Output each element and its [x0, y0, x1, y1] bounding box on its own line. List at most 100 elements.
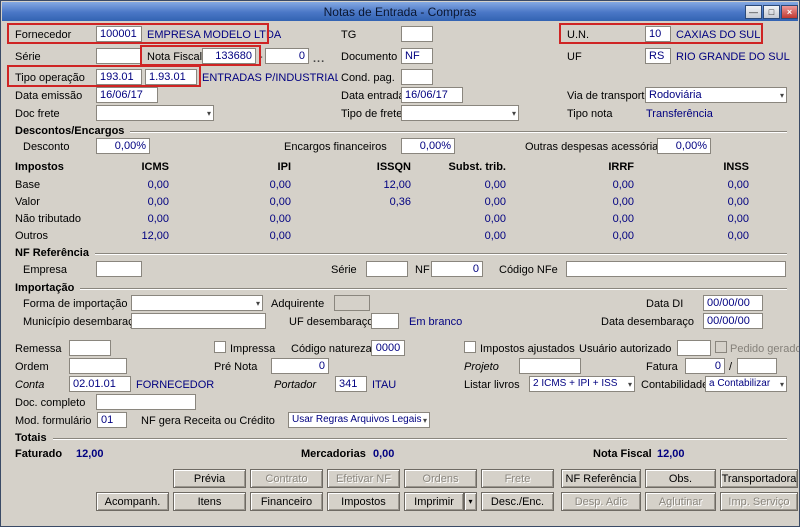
municipio-desembaraco-field[interactable] — [131, 313, 266, 329]
nota-fiscal-number-field[interactable]: 133680 — [202, 48, 256, 64]
nf-ref-nf-field[interactable]: 0 — [431, 261, 483, 277]
window-title: Notas de Entrada - Compras — [323, 5, 477, 19]
portador-name-text: ITAU — [372, 379, 397, 391]
tax-value: 0,00 — [269, 230, 291, 242]
outras-despesas-label: Outras despesas acessórias — [525, 141, 664, 153]
tax-value: 0,00 — [147, 179, 169, 191]
uf-desembaraco-field[interactable] — [371, 313, 399, 329]
encargos-field[interactable]: 0,00% — [401, 138, 455, 154]
usuario-autorizado-field[interactable] — [677, 340, 711, 356]
tg-field[interactable] — [401, 26, 433, 42]
projeto-label: Projeto — [464, 361, 499, 373]
minimize-button[interactable]: — — [745, 5, 762, 19]
doc-completo-field[interactable] — [96, 394, 196, 410]
uf-code-field[interactable]: RS — [645, 48, 671, 64]
pedido-gerado-checkbox-label: Pedido gerado — [730, 343, 800, 355]
codigo-nfe-label: Código NFe — [499, 264, 558, 276]
projeto-field[interactable] — [519, 358, 581, 374]
portador-label: Portador — [274, 379, 317, 391]
listar-livros-label: Listar livros — [464, 379, 520, 391]
pre-nota-field[interactable]: 0 — [271, 358, 329, 374]
data-desembaraco-field[interactable]: 00/00/00 — [703, 313, 763, 329]
chevron-down-icon: ▾ — [255, 299, 260, 308]
conta-name-text: FORNECEDOR — [136, 379, 215, 391]
ordens-button: Ordens — [404, 469, 477, 488]
totais-nota-fiscal-label: Nota Fiscal — [593, 448, 652, 460]
mercadorias-value: 0,00 — [373, 448, 395, 460]
documento-field[interactable]: NF — [401, 48, 433, 64]
tax-value: 12,00 — [141, 230, 169, 242]
impressa-checkbox[interactable] — [214, 341, 226, 353]
via-transporte-select[interactable]: Rodoviária ▾ — [645, 87, 787, 103]
remessa-field[interactable] — [69, 340, 111, 356]
tax-value: 0,00 — [612, 213, 634, 225]
outras-despesas-field[interactable]: 0,00% — [657, 138, 711, 154]
desc-enc-button[interactable]: Desc./Enc. — [481, 492, 554, 511]
empresa-field[interactable] — [96, 261, 142, 277]
ordem-field[interactable] — [69, 358, 127, 374]
tax-value: 12,00 — [383, 179, 411, 191]
tipo-operacao-cfop-field[interactable]: 1.93.01 — [145, 69, 197, 85]
imprimir-button[interactable]: Imprimir — [404, 492, 464, 511]
financeiro-button[interactable]: Financeiro — [250, 492, 323, 511]
impostos-button[interactable]: Impostos — [327, 492, 400, 511]
mercadorias-label: Mercadorias — [301, 448, 366, 460]
uf-desembaraco-status-text: Em branco — [409, 316, 463, 328]
fatura-field-2[interactable] — [737, 358, 777, 374]
itens-button[interactable]: Itens — [173, 492, 246, 511]
un-code-field[interactable]: 10 — [645, 26, 671, 42]
un-label: U.N. — [567, 29, 589, 41]
tipo-frete-select[interactable]: ▾ — [401, 105, 519, 121]
remessa-label: Remessa — [15, 343, 62, 355]
desconto-field[interactable]: 0,00% — [96, 138, 150, 154]
acompanh-button[interactable]: Acompanh. — [96, 492, 169, 511]
transportadora-button[interactable]: Transportadora — [720, 469, 798, 488]
nota-fiscal-browse-button[interactable]: ... — [313, 53, 325, 65]
empresa-label: Empresa — [23, 264, 68, 276]
tipo-operacao-desc-text: ENTRADAS P/INDUSTRIALIZACAO P/ — [202, 72, 338, 84]
listar-livros-select[interactable]: 2 ICMS + IPI + ISS ▾ — [529, 376, 635, 392]
data-entrada-field[interactable]: 16/06/17 — [401, 87, 463, 103]
fatura-field[interactable]: 0 — [685, 358, 725, 374]
fornecedor-code-field[interactable]: 100001 — [96, 26, 142, 42]
cond-pag-field[interactable] — [401, 69, 433, 85]
impostos-ajustados-checkbox[interactable] — [464, 341, 476, 353]
faturado-label: Faturado — [15, 448, 63, 460]
title-bar: Notas de Entrada - Compras — □ × — [2, 2, 798, 21]
nf-referencia-button[interactable]: NF Referência — [561, 469, 641, 488]
nf-ref-serie-field[interactable] — [366, 261, 408, 277]
conta-field[interactable]: 02.01.01 — [69, 376, 131, 392]
codigo-natureza-field[interactable]: 0000 — [371, 340, 405, 356]
tax-value: 0,00 — [727, 213, 749, 225]
doc-frete-select[interactable]: ▾ — [96, 105, 214, 121]
tax-value: 0,00 — [484, 179, 506, 191]
forma-importacao-select[interactable]: ▾ — [131, 295, 263, 311]
efetivar-nf-button: Efetivar NF — [327, 469, 400, 488]
portador-field[interactable]: 341 — [335, 376, 367, 392]
data-di-field[interactable]: 00/00/00 — [703, 295, 763, 311]
pre-nota-label: Pré Nota — [214, 361, 258, 373]
via-transporte-label: Via de transporte — [567, 90, 651, 102]
nota-fiscal-sub-field[interactable]: 0 — [265, 48, 309, 64]
data-emissao-field[interactable]: 16/06/17 — [96, 87, 158, 103]
mod-formulario-field[interactable]: 01 — [97, 412, 127, 428]
fatura-separator: / — [729, 361, 733, 373]
serie-field[interactable] — [96, 48, 142, 64]
codigo-nfe-field[interactable] — [566, 261, 786, 277]
tax-value: 0,00 — [727, 230, 749, 242]
data-entrada-label: Data entrada — [341, 90, 405, 102]
tipo-nota-value[interactable]: Transferência — [646, 107, 713, 121]
doc-frete-label: Doc frete — [15, 108, 60, 120]
tax-value: 0,00 — [612, 230, 634, 242]
tipo-operacao-code-field[interactable]: 193.01 — [96, 69, 142, 85]
obs-button[interactable]: Obs. — [645, 469, 716, 488]
tax-value: 0,00 — [727, 196, 749, 208]
nf-gera-select[interactable]: Usar Regras Arquivos Legais ▾ — [288, 412, 430, 428]
imp-servico-button: Imp. Serviço — [720, 492, 798, 511]
contabilidade-select[interactable]: a Contabilizar ▾ — [705, 376, 787, 392]
column-header-inss: INSS — [723, 161, 749, 173]
imprimir-dropdown-button[interactable]: ▾ — [464, 492, 477, 511]
close-button[interactable]: × — [781, 5, 798, 19]
maximize-button[interactable]: □ — [763, 5, 780, 19]
previa-button[interactable]: Prévia — [173, 469, 246, 488]
